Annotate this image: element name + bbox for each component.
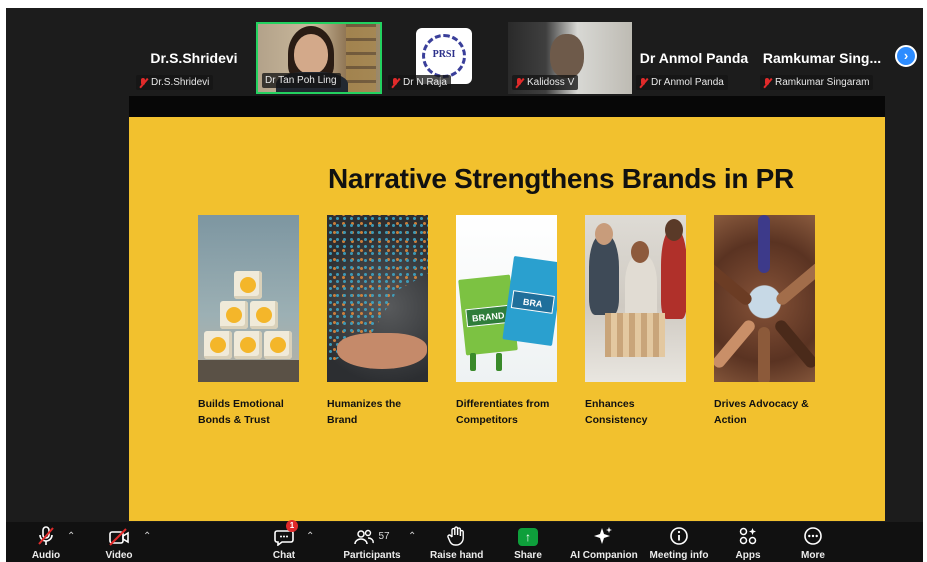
participant-tile[interactable]: Ramkumar Sing... Ramkumar Singaram [756,22,888,94]
mic-muted-icon [639,77,648,88]
participants-icon [354,529,375,545]
participant-label: Ramkumar Singaram [775,77,870,88]
apps-button[interactable]: Apps [734,522,762,562]
participant-tile-active-speaker[interactable]: Dr Tan Poh Ling [256,22,382,94]
slide-card: Enhances Consistency [585,215,686,428]
chevron-right-icon: › [903,48,909,63]
mic-muted-icon [391,77,400,88]
ai-companion-button[interactable]: AI Companion [570,522,638,562]
participant-label: Kalidoss V [527,77,575,88]
participant-tile[interactable]: Kalidoss V [508,22,632,94]
shared-screen-top-bar [129,96,885,117]
apps-icon [739,527,757,545]
participant-label: Dr.S.Shridevi [151,77,210,88]
gallery-strip: Dr.S.Shridevi Dr.S.Shridevi Dr Tan Poh L… [6,8,923,96]
video-button[interactable]: Video [102,522,136,562]
participants-count: 57 [378,531,390,542]
chat-button[interactable]: 1 Chat [268,520,300,562]
participant-name-tag: Dr Anmol Panda [636,75,728,90]
participant-display-name: Dr Anmol Panda [639,50,749,66]
card-caption: Enhances Consistency [585,398,648,426]
ai-sparkle-icon [594,527,612,544]
participant-tile[interactable]: Dr.S.Shridevi Dr.S.Shridevi [132,22,256,94]
participant-name-tag: Kalidoss V [512,75,579,90]
shared-slide: Narrative Strengthens Brands in PR Build… [129,117,885,521]
slide-card: BRAND BRA Differentiates from Competitor… [456,215,557,428]
video-off-icon [109,528,129,546]
card-caption: Differentiates from Competitors [456,398,550,426]
raise-hand-button[interactable]: Raise hand [430,522,483,562]
participant-label: Dr N Raja [403,77,447,88]
mic-muted-icon [763,77,772,88]
audio-button[interactable]: Audio [28,522,64,562]
zoom-meeting-window: Dr.S.Shridevi Dr.S.Shridevi Dr Tan Poh L… [6,8,923,562]
meeting-info-button[interactable]: Meeting info [648,522,710,562]
brand-bags-image: BRAND BRA [456,215,557,382]
share-button[interactable]: ↑ Share [511,522,545,562]
slide-title: Narrative Strengthens Brands in PR [328,163,794,194]
participants-options-caret-icon[interactable]: ⌃ [408,531,416,542]
microphone-muted-icon [38,526,54,545]
participant-label: Dr Tan Poh Ling [265,75,337,86]
participant-display-name: Dr.S.Shridevi [150,50,238,66]
emoji-cubes-image [198,215,299,382]
more-ellipsis-icon [804,527,822,545]
team-blocks-image [585,215,686,382]
card-caption: Humanizes the Brand [327,398,402,426]
info-icon [670,527,688,545]
participant-name-tag: Dr N Raja [388,75,451,90]
participants-button[interactable]: 57 Participants [342,522,402,562]
slide-card: Humanizes the Brand [327,215,428,428]
participant-name-tag: Dr Tan Poh Ling [262,73,341,88]
more-button[interactable]: More [798,522,828,562]
raise-hand-icon [447,526,464,546]
participant-tile[interactable]: PRSI Dr N Raja [384,22,508,94]
chat-unread-badge: 1 [286,520,298,532]
chat-options-caret-icon[interactable]: ⌃ [306,531,314,542]
participant-tile[interactable]: Dr Anmol Panda Dr Anmol Panda [632,22,756,94]
card-caption: Drives Advocacy & Action [714,398,809,426]
participant-name-tag: Dr.S.Shridevi [136,75,214,90]
card-caption: Builds Emotional Bonds & Trust [198,398,284,426]
mic-muted-icon [515,77,524,88]
people-hand-image [327,215,428,382]
participant-name-tag: Ramkumar Singaram [760,75,874,90]
participant-label: Dr Anmol Panda [651,77,724,88]
meeting-toolbar: Audio ⌃ Video ⌃ 1 Chat ⌃ 57 Participants… [6,520,923,562]
slide-card: Builds Emotional Bonds & Trust [198,215,299,428]
gallery-next-page-button[interactable]: › [895,45,917,67]
video-options-caret-icon[interactable]: ⌃ [143,531,151,542]
slide-card: Drives Advocacy & Action [714,215,815,428]
participant-display-name: Ramkumar Sing... [762,50,882,66]
share-screen-icon: ↑ [518,528,538,546]
mic-muted-icon [139,77,148,88]
audio-options-caret-icon[interactable]: ⌃ [67,531,75,542]
hands-circle-image [714,215,815,382]
